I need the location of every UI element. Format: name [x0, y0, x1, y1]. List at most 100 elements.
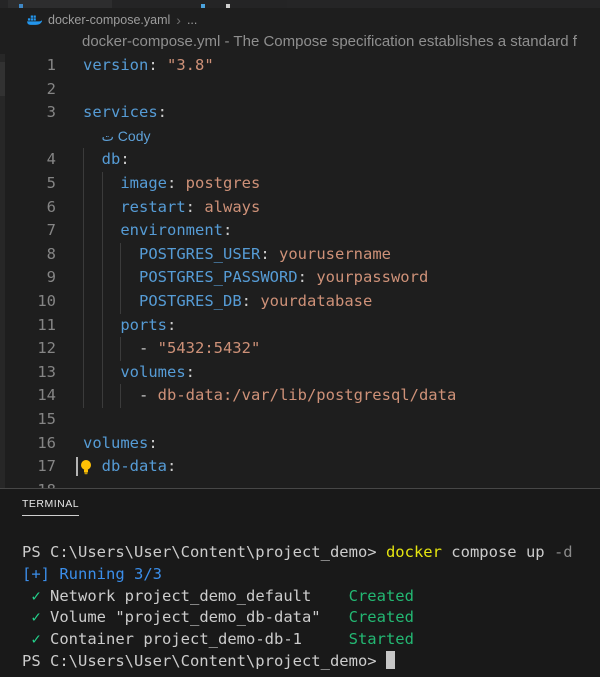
line-number: 1 [0, 54, 56, 78]
code-token [83, 292, 139, 310]
code-text: volumes: [83, 361, 195, 385]
code-token: db-data:/var/lib/postgresql/data [158, 386, 457, 404]
code-line[interactable]: 12 - "5432:5432" [0, 337, 600, 361]
line-number: 12 [0, 337, 56, 361]
code-line[interactable]: 10 POSTGRES_DB: yourdatabase [0, 290, 600, 314]
code-token: POSTGRES_PASSWORD [139, 268, 298, 286]
code-line[interactable]: 16volumes: [0, 432, 600, 456]
breadcrumb-file[interactable]: docker-compose.yaml [48, 13, 170, 27]
code-line[interactable]: 9 POSTGRES_PASSWORD: yourpassword [0, 266, 600, 290]
line-number: 4 [0, 148, 56, 172]
code-token: POSTGRES_USER [139, 245, 260, 263]
code-line[interactable]: 14 - db-data:/var/lib/postgresql/data [0, 384, 600, 408]
code-line[interactable]: 2 [0, 78, 600, 102]
code-token: : [260, 245, 279, 263]
code-token [83, 198, 120, 216]
terminal-token: ✓ [31, 587, 40, 605]
line-number: 8 [0, 243, 56, 267]
code-line[interactable]: 18 [0, 479, 600, 488]
code-token [83, 150, 102, 168]
code-token: : [223, 221, 232, 239]
code-line[interactable]: 4 db: [0, 148, 600, 172]
code-line[interactable]: ت Cody [0, 125, 600, 149]
active-tab-sliver[interactable] [8, 0, 112, 8]
code-token [83, 221, 120, 239]
editor-code-area[interactable]: 1version: "3.8"23 services: ت Cody4 db:5 … [0, 54, 600, 488]
cody-inline-suggestion[interactable]: Cody [114, 128, 151, 144]
terminal-line: ✓ Volume "project_demo_db-data" Created [22, 607, 600, 629]
code-line[interactable]: 11 ports: [0, 314, 600, 338]
code-token [83, 316, 120, 334]
tab-bar[interactable] [0, 0, 600, 8]
line-number: 6 [0, 196, 56, 220]
code-token: : [148, 434, 157, 452]
code-token: db-data [102, 457, 167, 475]
code-token: services [83, 103, 158, 121]
line-number: 13 [0, 361, 56, 385]
terminal-token: PS C:\Users\User\Content\project_demo> [22, 543, 386, 561]
terminal-cursor [386, 651, 395, 669]
line-number: 5 [0, 172, 56, 196]
code-token: ports [120, 316, 167, 334]
line-number: 7 [0, 219, 56, 243]
code-text: db-data: [83, 455, 176, 479]
terminal-token: ✓ [31, 608, 40, 626]
code-token: : [148, 56, 167, 74]
code-text: POSTGRES_DB: yourdatabase [83, 290, 372, 314]
line-number: 3 [0, 101, 56, 125]
code-text: image: postgres [83, 172, 260, 196]
code-token: : [120, 150, 129, 168]
code-text: volumes: [83, 432, 158, 456]
code-text: POSTGRES_PASSWORD: yourpassword [83, 266, 428, 290]
code-text: services: [83, 101, 167, 125]
terminal-content[interactable]: PS C:\Users\User\Content\project_demo> d… [22, 542, 600, 673]
code-token: volumes [120, 363, 185, 381]
code-token: : [158, 103, 167, 121]
code-token: environment [120, 221, 223, 239]
code-token [83, 268, 139, 286]
terminal-token: Network project_demo_default [41, 587, 349, 605]
terminal-line: [+] Running 3/3 [22, 564, 600, 586]
code-line[interactable]: 8 POSTGRES_USER: yourusername [0, 243, 600, 267]
hover-doc-line: docker-compose.yml - The Compose specifi… [82, 33, 600, 53]
line-number: 17 [0, 455, 56, 479]
breadcrumb[interactable]: docker-compose.yaml › ... [0, 8, 197, 32]
code-token: : [186, 363, 195, 381]
terminal-line: PS C:\Users\User\Content\project_demo> d… [22, 542, 600, 564]
code-line[interactable]: 7 environment: [0, 219, 600, 243]
code-line[interactable]: 17 db-data: [0, 455, 600, 479]
code-token: - [83, 339, 158, 357]
code-text: db: [83, 148, 130, 172]
breadcrumb-more[interactable]: ... [187, 13, 197, 27]
code-line[interactable]: 3 services: [0, 101, 600, 125]
code-line[interactable]: 6 restart: always [0, 196, 600, 220]
code-token: always [204, 198, 260, 216]
code-line[interactable]: 13 volumes: [0, 361, 600, 385]
code-token: yourpassword [316, 268, 428, 286]
terminal-token [22, 608, 31, 626]
terminal-token: Created [349, 587, 414, 605]
terminal-line: PS C:\Users\User\Content\project_demo> [22, 651, 600, 673]
code-token [83, 363, 120, 381]
code-token: volumes [83, 434, 148, 452]
code-line[interactable]: 1version: "3.8" [0, 54, 600, 78]
code-token: "3.8" [167, 56, 214, 74]
line-number: 10 [0, 290, 56, 314]
inactive-tab-sliver[interactable] [112, 0, 287, 8]
code-line[interactable]: 15 [0, 408, 600, 432]
code-line[interactable]: 5 image: postgres [0, 172, 600, 196]
code-text: - "5432:5432" [83, 337, 260, 361]
terminal-line: ✓ Container project_demo-db-1 Started [22, 629, 600, 651]
code-token [83, 174, 120, 192]
code-text: POSTGRES_USER: yourusername [83, 243, 391, 267]
code-token: : [242, 292, 261, 310]
terminal-token: PS C:\Users\User\Content\project_demo> [22, 652, 386, 670]
terminal-token: Started [349, 630, 414, 648]
terminal-token: Container project_demo-db-1 [41, 630, 349, 648]
code-token: postgres [186, 174, 261, 192]
terminal-panel[interactable]: TERMINAL PS C:\Users\User\Content\projec… [0, 488, 600, 677]
lightbulb-icon[interactable] [79, 459, 93, 475]
terminal-tab[interactable]: TERMINAL [22, 498, 79, 516]
line-number: 15 [0, 408, 56, 432]
tab-close-dot[interactable] [226, 4, 230, 8]
